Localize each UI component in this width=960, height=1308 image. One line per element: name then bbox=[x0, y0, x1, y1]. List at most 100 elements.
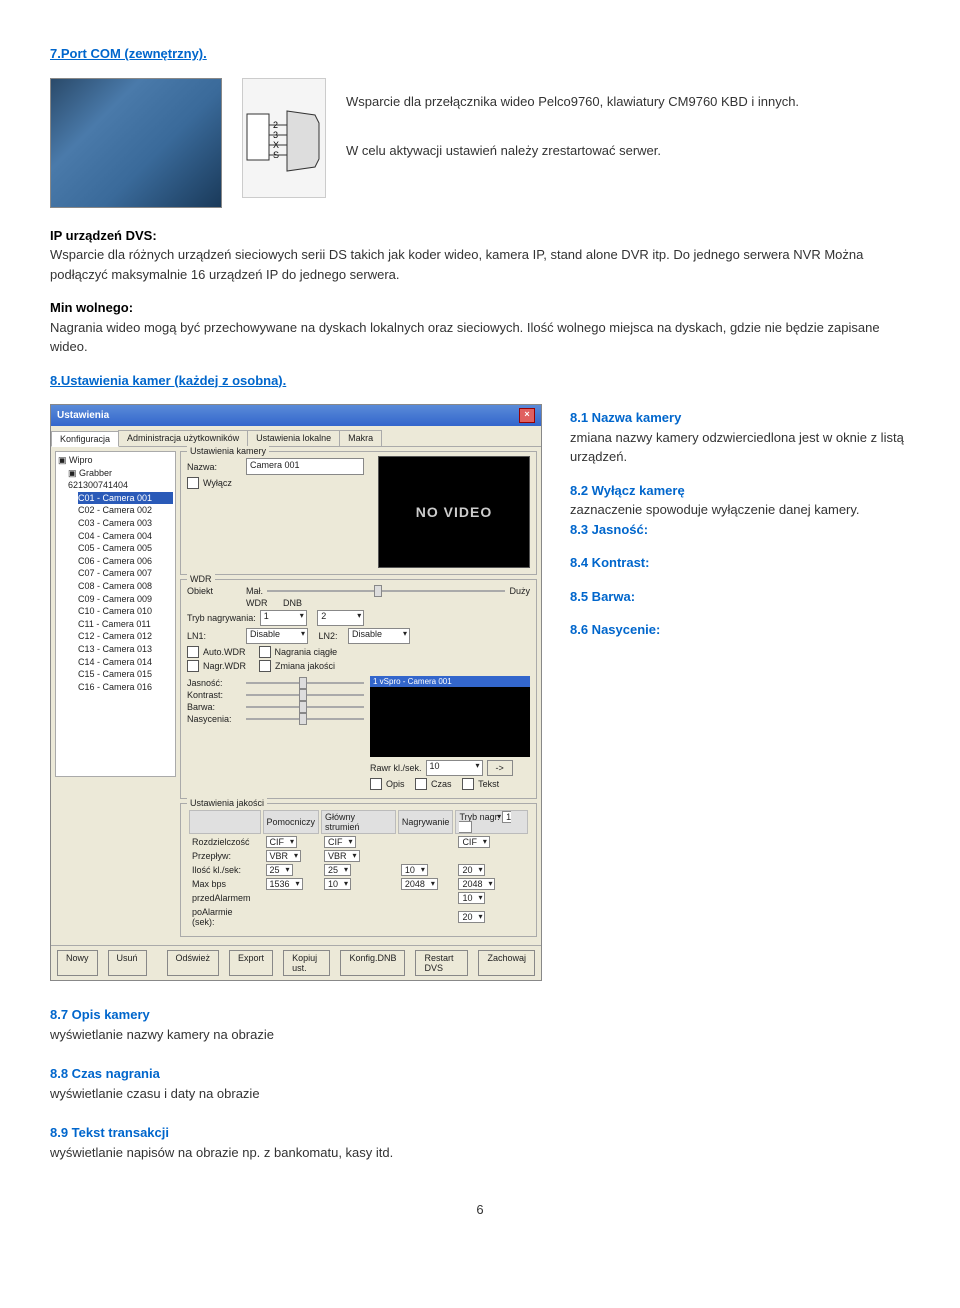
com-port-photo bbox=[50, 78, 222, 208]
settings-dialog: Ustawienia × Konfiguracja Administracja … bbox=[50, 404, 542, 981]
configdnb-button[interactable]: Konfig.DNB bbox=[340, 950, 405, 976]
label-disable: Wyłącz bbox=[203, 478, 232, 488]
prealarm-sel[interactable]: 10 bbox=[458, 892, 485, 904]
tree-item[interactable]: C13 - Camera 013 bbox=[78, 643, 173, 656]
close-icon[interactable]: × bbox=[519, 408, 535, 423]
heading-83: 8.3 Jasność: bbox=[570, 522, 648, 537]
tab-macros[interactable]: Makra bbox=[339, 430, 382, 446]
fps-sel-2[interactable]: 25 bbox=[324, 864, 351, 876]
autowdr-checkbox[interactable] bbox=[187, 646, 199, 658]
saturation-slider[interactable] bbox=[246, 718, 364, 720]
brightness-slider[interactable] bbox=[246, 682, 364, 684]
opis-checkbox[interactable] bbox=[370, 778, 382, 790]
cont-rec-checkbox[interactable] bbox=[259, 646, 271, 658]
tree-item[interactable]: C04 - Camera 004 bbox=[78, 530, 173, 543]
heading-85: 8.5 Barwa: bbox=[570, 589, 635, 604]
device-tree[interactable]: ▣ Wipro ▣ Grabber 621300741404 C01 - Cam… bbox=[55, 451, 176, 777]
tree-item[interactable]: C16 - Camera 016 bbox=[78, 681, 173, 694]
body-81: zmiana nazwy kamery odzwierciedlona jest… bbox=[570, 430, 904, 465]
min-free-paragraph: Min wolnego: Nagrania wideo mogą być prz… bbox=[50, 298, 910, 357]
copy-settings-button[interactable]: Kopiuj ust. bbox=[283, 950, 330, 976]
mini-preview bbox=[370, 687, 530, 757]
heading-88: 8.8 Czas nagrania bbox=[50, 1066, 160, 1081]
flow-sel-2[interactable]: VBR bbox=[324, 850, 360, 862]
tree-item[interactable]: C12 - Camera 012 bbox=[78, 630, 173, 643]
body-89: wyświetlanie napisów na obrazie np. z ba… bbox=[50, 1145, 393, 1160]
bps-sel-4[interactable]: 2048 bbox=[458, 878, 495, 890]
postalarm-sel[interactable]: 20 bbox=[458, 911, 485, 923]
tab-config[interactable]: Konfiguracja bbox=[51, 431, 119, 447]
bps-sel-2[interactable]: 10 bbox=[324, 878, 351, 890]
tree-item[interactable]: C15 - Camera 015 bbox=[78, 668, 173, 681]
mode-select-1[interactable]: 1 bbox=[260, 610, 307, 626]
recwdr-checkbox[interactable] bbox=[187, 660, 199, 672]
quality-change-checkbox[interactable] bbox=[259, 660, 271, 672]
ln1-select[interactable]: Disable bbox=[246, 628, 308, 644]
save-button[interactable]: Zachowaj bbox=[478, 950, 535, 976]
video-preview: NO VIDEO bbox=[378, 456, 530, 568]
tree-item[interactable]: C08 - Camera 008 bbox=[78, 580, 173, 593]
contrast-slider[interactable] bbox=[246, 694, 364, 696]
ip-dvs-paragraph: IP urządzeń DVS: Wsparcie dla różnych ur… bbox=[50, 226, 910, 285]
heading-7: 7.Port COM (zewnętrzny). bbox=[50, 46, 207, 61]
czas-checkbox[interactable] bbox=[415, 778, 427, 790]
new-button[interactable]: Nowy bbox=[57, 950, 98, 976]
fps-sel-1[interactable]: 25 bbox=[266, 864, 293, 876]
res-sel-2[interactable]: CIF bbox=[324, 836, 356, 848]
res-sel-1[interactable]: CIF bbox=[266, 836, 298, 848]
delete-button[interactable]: Usuń bbox=[108, 950, 147, 976]
restartdvs-button[interactable]: Restart DVS bbox=[415, 950, 468, 976]
flow-sel-1[interactable]: VBR bbox=[266, 850, 302, 862]
rawr-select[interactable]: 10 bbox=[426, 760, 483, 776]
bps-sel-3[interactable]: 2048 bbox=[401, 878, 438, 890]
body-88: wyświetlanie czasu i daty na obrazie bbox=[50, 1086, 260, 1101]
min-free-title: Min wolnego: bbox=[50, 300, 133, 315]
export-button[interactable]: Export bbox=[229, 950, 273, 976]
label-object: Obiekt bbox=[187, 586, 242, 596]
bps-sel-1[interactable]: 1536 bbox=[266, 878, 303, 890]
body-82: zaznaczenie spowoduje wyłączenie danej k… bbox=[570, 502, 860, 517]
tekst-checkbox[interactable] bbox=[462, 778, 474, 790]
com-pinout-diagram: 5 4 3 2 1 9 8 7 6 2 3 X S bbox=[242, 78, 326, 198]
ip-dvs-body: Wsparcie dla różnych urządzeń sieciowych… bbox=[50, 247, 863, 282]
tab-local[interactable]: Ustawienia lokalne bbox=[247, 430, 340, 446]
refresh-button[interactable]: Odśwież bbox=[167, 950, 220, 976]
res-sel-3[interactable]: CIF bbox=[458, 836, 490, 848]
object-slider[interactable] bbox=[267, 590, 505, 592]
dialog-tabs: Konfiguracja Administracja użytkowników … bbox=[51, 430, 541, 447]
com-port-desc-1: Wsparcie dla przełącznika wideo Pelco976… bbox=[346, 92, 910, 112]
heading-82: 8.2 Wyłącz kamerę bbox=[570, 483, 685, 498]
tree-item[interactable]: C14 - Camera 014 bbox=[78, 656, 173, 669]
com-port-desc-2: W celu aktywacji ustawień należy zrestar… bbox=[346, 141, 910, 161]
tree-item[interactable]: C05 - Camera 005 bbox=[78, 542, 173, 555]
heading-84: 8.4 Kontrast: bbox=[570, 555, 649, 570]
tree-item[interactable]: C07 - Camera 007 bbox=[78, 567, 173, 580]
group-camera-settings: Ustawienia kamery bbox=[187, 446, 269, 456]
fps-sel-3[interactable]: 10 bbox=[401, 864, 428, 876]
hue-slider[interactable] bbox=[246, 706, 364, 708]
body-87: wyświetlanie nazwy kamery na obrazie bbox=[50, 1027, 274, 1042]
tree-item[interactable]: C03 - Camera 003 bbox=[78, 517, 173, 530]
name-input[interactable]: Camera 001 bbox=[246, 458, 364, 475]
fps-sel-4[interactable]: 20 bbox=[458, 864, 485, 876]
tree-item[interactable]: C06 - Camera 006 bbox=[78, 555, 173, 568]
arrow-button[interactable]: -> bbox=[487, 760, 513, 776]
mini-preview-header: 1 vSpro - Camera 001 bbox=[370, 676, 530, 687]
ln2-select[interactable]: Disable bbox=[348, 628, 410, 644]
tree-item[interactable]: C02 - Camera 002 bbox=[78, 504, 173, 517]
disable-checkbox[interactable] bbox=[187, 477, 199, 489]
tree-item-c01[interactable]: C01 - Camera 001 bbox=[78, 492, 173, 505]
tree-item[interactable]: C11 - Camera 011 bbox=[78, 618, 173, 631]
heading-8: 8.Ustawienia kamer (każdej z osobna). bbox=[50, 373, 286, 388]
tree-item[interactable]: C10 - Camera 010 bbox=[78, 605, 173, 618]
min-free-body: Nagrania wideo mogą być przechowywane na… bbox=[50, 320, 880, 355]
heading-86: 8.6 Nasycenie: bbox=[570, 622, 660, 637]
mode-select-2[interactable]: 2 bbox=[317, 610, 364, 626]
label-record-mode: Tryb nagrywania: bbox=[187, 613, 256, 623]
page-number: 6 bbox=[50, 1202, 910, 1217]
dialog-title: Ustawienia bbox=[57, 410, 109, 421]
tree-item[interactable]: C09 - Camera 009 bbox=[78, 593, 173, 606]
heading-89: 8.9 Tekst transakcji bbox=[50, 1125, 169, 1140]
tab-admin[interactable]: Administracja użytkowników bbox=[118, 430, 248, 446]
heading-87: 8.7 Opis kamery bbox=[50, 1007, 150, 1022]
